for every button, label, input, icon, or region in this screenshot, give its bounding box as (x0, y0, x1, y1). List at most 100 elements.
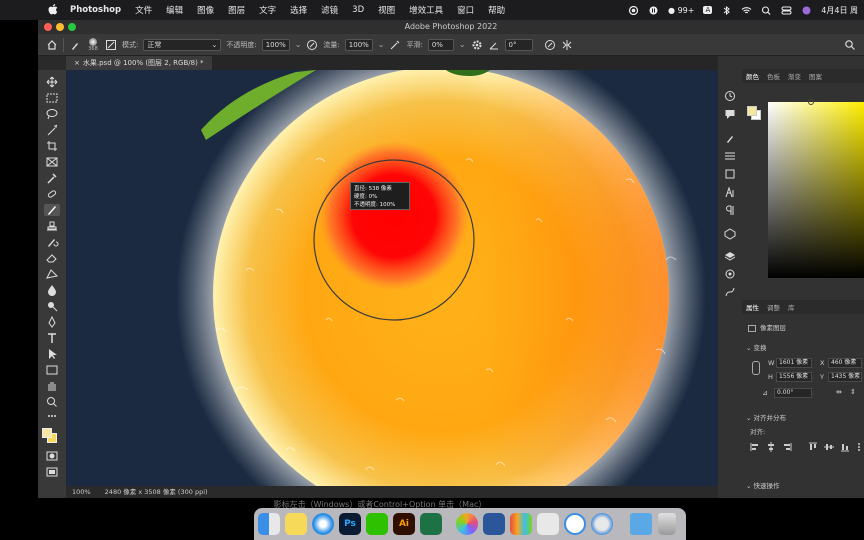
zoom-tool-icon[interactable] (44, 396, 60, 408)
menu-view[interactable]: 视图 (378, 4, 395, 16)
zoom-window-button[interactable] (68, 23, 76, 31)
panel-foreground-swatch[interactable] (747, 106, 757, 116)
menu-window[interactable]: 窗口 (457, 4, 474, 16)
blur-tool-icon[interactable] (44, 284, 60, 296)
chevron-down-icon[interactable]: ⌄ (295, 40, 302, 49)
tab-color[interactable]: 颜色 (746, 71, 759, 81)
magic-wand-tool-icon[interactable] (44, 124, 60, 136)
photoshop-icon[interactable]: Ps (339, 513, 361, 535)
tab-swatches[interactable]: 色板 (767, 71, 780, 81)
x-input[interactable]: 460 像素 (828, 358, 862, 368)
brush-settings-icon[interactable] (724, 150, 736, 162)
opacity-input[interactable]: 100% (261, 38, 290, 51)
tab-properties[interactable]: 属性 (746, 302, 759, 312)
eyedropper-tool-icon[interactable] (44, 172, 60, 184)
tab-gradients[interactable]: 渐变 (788, 71, 801, 81)
notification-badge[interactable]: ● 99+ (668, 6, 694, 15)
menu-app-name[interactable]: Photoshop (70, 5, 121, 15)
menu-image[interactable]: 图像 (197, 4, 214, 16)
comments-icon[interactable] (724, 108, 736, 120)
screen-mode-icon[interactable] (44, 466, 60, 478)
apple-icon[interactable] (48, 3, 58, 16)
home-icon[interactable] (46, 39, 58, 51)
transform-section-header[interactable]: ⌄ 变换 (746, 342, 767, 352)
type-tool-icon[interactable] (44, 332, 60, 344)
gradient-tool-icon[interactable] (44, 268, 60, 280)
3d-icon[interactable] (724, 228, 736, 240)
search-icon[interactable] (761, 5, 772, 15)
document-tab[interactable]: × 水果.psd @ 100% (图层 2, RGB/8) * (66, 56, 212, 70)
media-icon[interactable] (648, 6, 659, 15)
close-tab-icon[interactable]: × (74, 59, 80, 67)
color-picker-handle[interactable] (808, 99, 814, 105)
menu-select[interactable]: 选择 (290, 4, 307, 16)
photos-icon[interactable] (456, 513, 478, 535)
paragraph-icon[interactable] (724, 204, 736, 216)
dodge-tool-icon[interactable] (44, 300, 60, 312)
gear-icon[interactable] (471, 39, 483, 51)
document-canvas[interactable] (66, 70, 734, 486)
wechat-icon[interactable] (366, 513, 388, 535)
chevron-down-icon[interactable]: ⌄ (459, 40, 466, 49)
frame-tool-icon[interactable] (44, 156, 60, 168)
align-right-icon[interactable] (782, 442, 792, 452)
width-input[interactable]: 1601 像素 (776, 358, 812, 368)
lasso-tool-icon[interactable] (44, 108, 60, 120)
brush-tool-icon[interactable] (44, 204, 60, 216)
quick-actions-header[interactable]: ⌄ 快速操作 (746, 480, 780, 490)
chevron-down-icon[interactable]: ⌄ (378, 40, 385, 49)
history-brush-tool-icon[interactable] (44, 236, 60, 248)
menu-layer[interactable]: 图层 (228, 4, 245, 16)
minimize-window-button[interactable] (56, 23, 64, 31)
bluetooth-icon[interactable] (721, 5, 732, 15)
clone-source-icon[interactable] (724, 168, 736, 180)
zoom-level[interactable]: 100% (72, 488, 91, 496)
rectangle-tool-icon[interactable] (44, 364, 60, 376)
qq-icon[interactable] (537, 513, 559, 535)
y-input[interactable]: 1435 像素 (828, 372, 862, 382)
eraser-tool-icon[interactable] (44, 252, 60, 264)
marquee-tool-icon[interactable] (44, 92, 60, 104)
trash-icon[interactable] (658, 513, 676, 535)
channels-icon[interactable] (724, 268, 736, 280)
path-selection-tool-icon[interactable] (44, 348, 60, 360)
word-icon[interactable] (483, 513, 505, 535)
menu-filter[interactable]: 滤镜 (321, 4, 338, 16)
input-method-badge[interactable]: A (703, 6, 713, 14)
symmetry-icon[interactable] (561, 39, 573, 51)
layers-icon[interactable] (724, 250, 736, 262)
align-middle-icon[interactable] (824, 442, 834, 452)
clone-stamp-tool-icon[interactable] (44, 220, 60, 232)
close-window-button[interactable] (44, 23, 52, 31)
adjust-brush-icon[interactable] (724, 132, 736, 144)
smoothing-input[interactable]: 0% (427, 38, 454, 51)
tab-adjustments[interactable]: 调整 (767, 302, 780, 312)
tab-patterns[interactable]: 图案 (809, 71, 822, 81)
menu-edit[interactable]: 编辑 (166, 4, 183, 16)
wifi-icon[interactable] (741, 6, 752, 15)
align-section-header[interactable]: ⌄ 对齐并分布 (746, 412, 786, 422)
books-icon[interactable] (510, 513, 532, 535)
pressure-opacity-icon[interactable] (306, 39, 318, 51)
tab-libraries[interactable]: 库 (788, 302, 795, 312)
paths-icon[interactable] (724, 286, 736, 298)
crop-tool-icon[interactable] (44, 140, 60, 152)
color-picker-field[interactable] (768, 102, 864, 278)
pressure-size-icon[interactable] (544, 39, 556, 51)
mode-select[interactable]: 正常 ⌄ (143, 38, 222, 51)
menu-type[interactable]: 文字 (259, 4, 276, 16)
pen-tool-icon[interactable] (44, 316, 60, 328)
rotation-input[interactable]: 0.00° (774, 388, 812, 398)
menu-3d[interactable]: 3D (352, 5, 364, 15)
illustrator-icon[interactable]: Ai (393, 513, 415, 535)
more-options-icon[interactable] (854, 442, 864, 452)
notes-icon[interactable] (285, 513, 307, 535)
brush-size-picker[interactable]: 368 (86, 37, 100, 52)
align-center-icon[interactable] (766, 442, 776, 452)
menu-help[interactable]: 帮助 (488, 4, 505, 16)
menu-plugins[interactable]: 增效工具 (409, 4, 443, 16)
menu-file[interactable]: 文件 (135, 4, 152, 16)
height-input[interactable]: 1556 像素 (776, 372, 812, 382)
brush-tool-preset-icon[interactable] (69, 39, 81, 51)
foreground-color-swatch[interactable] (42, 428, 52, 438)
